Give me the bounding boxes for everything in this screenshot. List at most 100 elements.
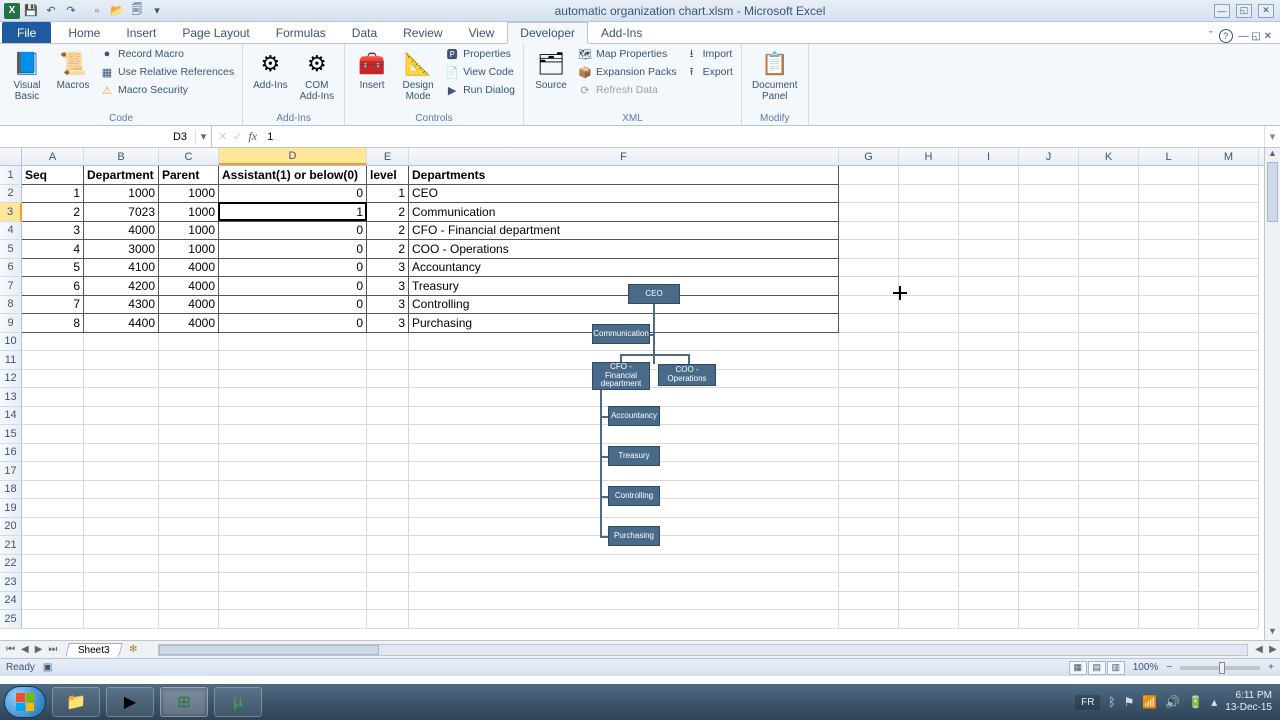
cell[interactable] <box>1139 407 1199 426</box>
cell[interactable] <box>959 222 1019 241</box>
row-header-3[interactable]: 3 <box>0 203 22 222</box>
cell[interactable] <box>367 610 409 629</box>
horizontal-scrollbar[interactable] <box>158 644 1249 656</box>
cell[interactable] <box>22 481 84 500</box>
cell[interactable] <box>367 555 409 574</box>
xml-export-button[interactable]: ⭱Export <box>683 64 735 80</box>
cell[interactable] <box>1139 610 1199 629</box>
cell[interactable] <box>839 203 899 222</box>
row-header-22[interactable]: 22 <box>0 555 22 574</box>
cell[interactable] <box>409 388 839 407</box>
zoom-out-button[interactable]: − <box>1166 662 1172 673</box>
cell[interactable] <box>1199 333 1259 352</box>
cell[interactable] <box>899 518 959 537</box>
cell[interactable] <box>219 555 367 574</box>
cell[interactable]: level <box>367 166 409 185</box>
cell[interactable] <box>899 407 959 426</box>
cell[interactable] <box>959 444 1019 463</box>
cell[interactable] <box>367 592 409 611</box>
cell[interactable] <box>1139 203 1199 222</box>
cell[interactable] <box>409 592 839 611</box>
cell[interactable] <box>899 481 959 500</box>
tray-battery-icon[interactable]: 🔋 <box>1188 695 1203 709</box>
cell[interactable] <box>1019 277 1079 296</box>
tab-formulas[interactable]: Formulas <box>263 22 339 43</box>
org-box[interactable]: CEO <box>628 284 680 304</box>
properties-button[interactable]: 🅿Properties <box>443 46 517 62</box>
cell[interactable] <box>22 499 84 518</box>
cell[interactable] <box>1079 536 1139 555</box>
cell[interactable]: 6 <box>22 277 84 296</box>
cell[interactable] <box>22 370 84 389</box>
cell[interactable] <box>959 536 1019 555</box>
row-header-12[interactable]: 12 <box>0 370 22 389</box>
cell[interactable] <box>839 388 899 407</box>
cell[interactable] <box>1079 240 1139 259</box>
cell[interactable]: 2 <box>367 222 409 241</box>
cell[interactable] <box>219 370 367 389</box>
cell[interactable] <box>1079 555 1139 574</box>
row-header-20[interactable]: 20 <box>0 518 22 537</box>
cell[interactable]: Department <box>84 166 159 185</box>
cell[interactable] <box>839 277 899 296</box>
cell[interactable]: Accountancy <box>409 259 839 278</box>
cell[interactable] <box>219 388 367 407</box>
name-box-dropdown[interactable]: ▾ <box>195 130 211 143</box>
cell[interactable] <box>367 573 409 592</box>
vertical-scroll-thumb[interactable] <box>1267 162 1278 222</box>
cell[interactable] <box>1079 388 1139 407</box>
cell[interactable] <box>1139 314 1199 333</box>
cell[interactable] <box>159 610 219 629</box>
cell[interactable]: 4000 <box>159 277 219 296</box>
cell[interactable] <box>899 222 959 241</box>
cell[interactable] <box>899 259 959 278</box>
cell[interactable]: CEO <box>409 185 839 204</box>
cell[interactable] <box>959 481 1019 500</box>
sheet-nav-last[interactable]: ⏭ <box>46 644 59 655</box>
cell[interactable] <box>219 425 367 444</box>
org-box[interactable]: Controlling <box>608 486 660 506</box>
cell[interactable] <box>1019 407 1079 426</box>
cell[interactable]: 4000 <box>159 296 219 315</box>
cell[interactable] <box>1019 388 1079 407</box>
cell[interactable] <box>1019 314 1079 333</box>
xml-source-button[interactable]: 🗂 Source <box>530 46 572 93</box>
cell[interactable] <box>159 388 219 407</box>
cell[interactable] <box>959 259 1019 278</box>
cell[interactable] <box>1019 573 1079 592</box>
cell[interactable] <box>367 536 409 555</box>
qat-new[interactable]: ▫ <box>88 3 106 19</box>
cell[interactable]: 4000 <box>84 222 159 241</box>
cell[interactable] <box>839 407 899 426</box>
cell[interactable] <box>839 240 899 259</box>
tray-language[interactable]: FR <box>1075 695 1100 710</box>
cell[interactable] <box>839 370 899 389</box>
row-header-11[interactable]: 11 <box>0 351 22 370</box>
row-header-2[interactable]: 2 <box>0 185 22 204</box>
cell[interactable] <box>899 185 959 204</box>
cell[interactable]: 3 <box>367 259 409 278</box>
cell[interactable] <box>1139 425 1199 444</box>
refresh-data-button[interactable]: ⟳Refresh Data <box>576 82 679 98</box>
cell[interactable] <box>899 573 959 592</box>
cell[interactable] <box>899 370 959 389</box>
cell[interactable] <box>959 518 1019 537</box>
cell[interactable] <box>219 499 367 518</box>
column-header-M[interactable]: M <box>1199 148 1259 165</box>
cell[interactable] <box>219 407 367 426</box>
cell[interactable] <box>1139 166 1199 185</box>
cell[interactable] <box>1019 536 1079 555</box>
cell[interactable] <box>1079 425 1139 444</box>
cell[interactable] <box>1019 592 1079 611</box>
cell[interactable] <box>159 573 219 592</box>
cell[interactable] <box>839 481 899 500</box>
cell[interactable] <box>1019 462 1079 481</box>
cell[interactable] <box>159 407 219 426</box>
cell[interactable] <box>1199 555 1259 574</box>
cell[interactable] <box>1019 518 1079 537</box>
cell[interactable] <box>1199 518 1259 537</box>
cell[interactable] <box>1019 610 1079 629</box>
cell[interactable] <box>84 351 159 370</box>
cell[interactable] <box>1019 203 1079 222</box>
cell[interactable] <box>899 351 959 370</box>
